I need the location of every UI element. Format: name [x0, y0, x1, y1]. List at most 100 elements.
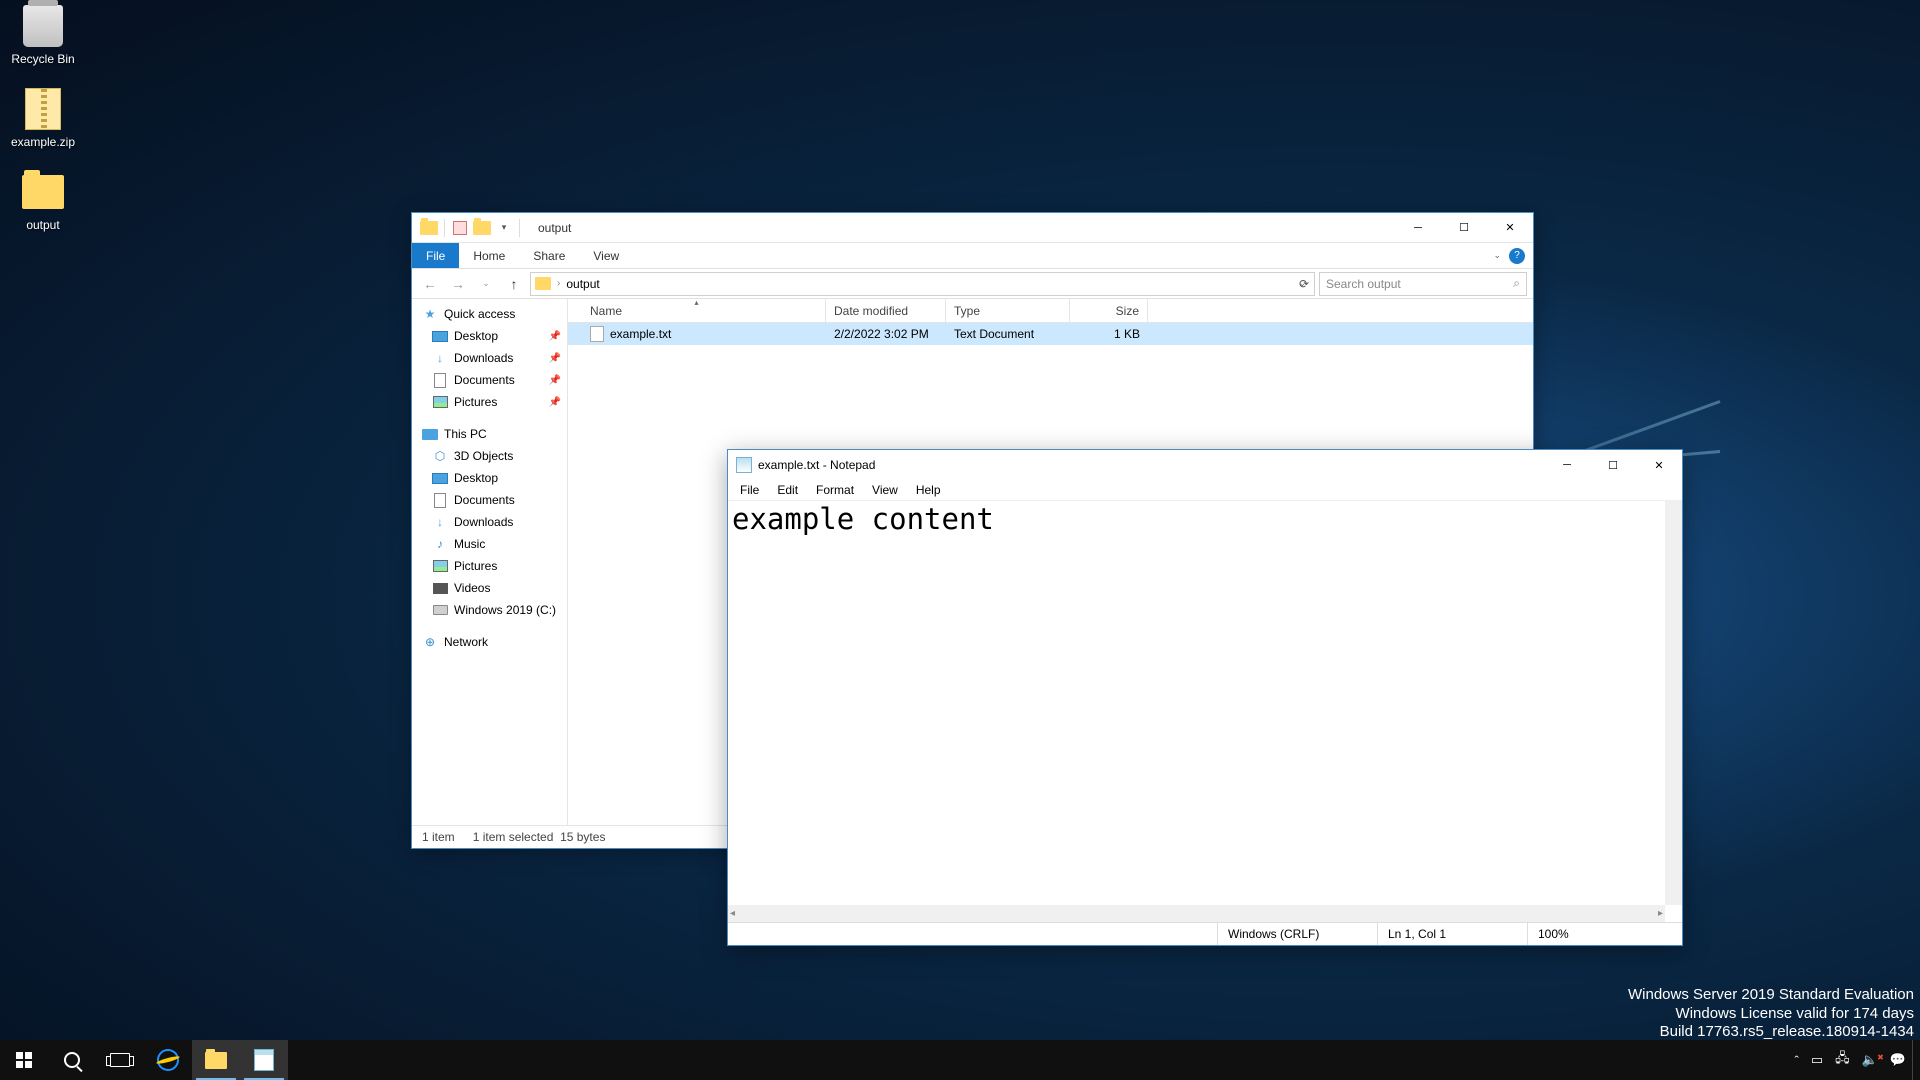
- nav-item-desktop[interactable]: Desktop: [412, 467, 567, 489]
- close-button[interactable]: ✕: [1487, 213, 1533, 242]
- tray-overflow-icon[interactable]: ˆ: [1788, 1053, 1804, 1068]
- start-button[interactable]: [0, 1040, 48, 1080]
- star-icon: ★: [422, 306, 438, 322]
- nav-quick-access[interactable]: ★Quick access: [412, 303, 567, 325]
- ribbon-expand-icon[interactable]: ⌄: [1489, 246, 1505, 265]
- maximize-button[interactable]: ☐: [1441, 213, 1487, 242]
- refresh-button[interactable]: ⟳: [1293, 273, 1315, 295]
- drive-icon: [432, 602, 448, 618]
- task-view-icon: [110, 1053, 130, 1067]
- menu-edit[interactable]: Edit: [769, 481, 806, 499]
- desktop-icon-example-zip[interactable]: example.zip: [3, 86, 83, 149]
- folder-icon: [205, 1052, 227, 1069]
- watermark-line: Windows Server 2019 Standard Evaluation: [1628, 986, 1914, 1005]
- nav-up-button[interactable]: ↑: [502, 272, 526, 296]
- scroll-left-icon[interactable]: ◂: [730, 908, 735, 919]
- desktop-icon-output[interactable]: output: [3, 169, 83, 232]
- pin-icon: 📌: [549, 353, 561, 364]
- search-input[interactable]: Search output ⌕: [1319, 272, 1527, 296]
- qat-customize-icon[interactable]: ▾: [493, 217, 515, 239]
- folder-icon: [535, 277, 551, 290]
- close-button[interactable]: ✕: [1636, 451, 1682, 480]
- status-position: Ln 1, Col 1: [1377, 923, 1527, 945]
- nav-item-downloads[interactable]: ↓Downloads📌: [412, 347, 567, 369]
- file-row[interactable]: example.txt 2/2/2022 3:02 PM Text Docume…: [568, 323, 1533, 345]
- tray-network-icon[interactable]: 🖧: [1829, 1049, 1856, 1071]
- notepad-title: example.txt - Notepad: [758, 458, 1544, 472]
- nav-this-pc[interactable]: This PC: [412, 423, 567, 445]
- menu-format[interactable]: Format: [808, 481, 862, 499]
- vertical-scrollbar[interactable]: [1665, 501, 1682, 905]
- tray-notifications-icon[interactable]: 💬: [1884, 1052, 1912, 1068]
- tray-battery-icon[interactable]: ▭: [1805, 1052, 1829, 1068]
- sort-asc-icon: ▴: [694, 298, 698, 307]
- maximize-button[interactable]: ☐: [1590, 451, 1636, 480]
- explorer-titlebar[interactable]: ▾ output ─ ☐ ✕: [412, 213, 1533, 243]
- horizontal-scrollbar[interactable]: ◂▸: [728, 905, 1665, 922]
- ribbon-tab-share[interactable]: Share: [519, 243, 579, 268]
- ribbon-tab-view[interactable]: View: [579, 243, 633, 268]
- column-date[interactable]: Date modified: [826, 299, 946, 322]
- nav-item-documents[interactable]: Documents📌: [412, 369, 567, 391]
- search-icon: [64, 1052, 80, 1068]
- ribbon-tab-home[interactable]: Home: [459, 243, 519, 268]
- taskbar-app-ie[interactable]: [144, 1040, 192, 1080]
- text-file-icon: [590, 326, 604, 342]
- minimize-button[interactable]: ─: [1544, 451, 1590, 480]
- file-date: 2/2/2022 3:02 PM: [826, 323, 946, 345]
- nav-item-pictures[interactable]: Pictures📌: [412, 391, 567, 413]
- column-type[interactable]: Type: [946, 299, 1070, 322]
- nav-recent-dropdown[interactable]: ⌄: [474, 272, 498, 296]
- menu-help[interactable]: Help: [908, 481, 949, 499]
- nav-item-drive-c[interactable]: Windows 2019 (C:): [412, 599, 567, 621]
- desktop-icon-label: Recycle Bin: [3, 52, 83, 66]
- desktop-icons: Recycle Bin example.zip output: [3, 3, 83, 252]
- nav-item-videos[interactable]: Videos: [412, 577, 567, 599]
- minimize-button[interactable]: ─: [1395, 213, 1441, 242]
- taskbar-app-explorer[interactable]: [192, 1040, 240, 1080]
- column-size[interactable]: Size: [1070, 299, 1148, 322]
- notepad-status-bar: Windows (CRLF) Ln 1, Col 1 100%: [728, 922, 1682, 945]
- desktop-icon: [432, 470, 448, 486]
- nav-item-documents[interactable]: Documents: [412, 489, 567, 511]
- file-name: example.txt: [610, 327, 671, 341]
- qat-new-folder-icon[interactable]: [471, 217, 493, 239]
- menu-file[interactable]: File: [732, 481, 767, 499]
- breadcrumb-segment[interactable]: output: [566, 277, 599, 291]
- nav-item-music[interactable]: ♪Music: [412, 533, 567, 555]
- nav-network[interactable]: ⊕Network: [412, 631, 567, 653]
- recycle-bin-icon: [23, 5, 63, 47]
- notepad-app-icon: [736, 457, 752, 473]
- notepad-titlebar[interactable]: example.txt - Notepad ─ ☐ ✕: [728, 450, 1682, 480]
- menu-view[interactable]: View: [864, 481, 906, 499]
- nav-item-3d-objects[interactable]: ⬡3D Objects: [412, 445, 567, 467]
- nav-item-downloads[interactable]: ↓Downloads: [412, 511, 567, 533]
- downloads-icon: ↓: [432, 350, 448, 366]
- taskbar-search-button[interactable]: [48, 1040, 96, 1080]
- show-desktop-button[interactable]: [1912, 1040, 1918, 1080]
- downloads-icon: ↓: [432, 514, 448, 530]
- search-placeholder: Search output: [1326, 277, 1401, 291]
- ribbon-tab-file[interactable]: File: [412, 243, 459, 268]
- documents-icon: [432, 492, 448, 508]
- explorer-app-icon[interactable]: [418, 217, 440, 239]
- desktop-icon-recycle-bin[interactable]: Recycle Bin: [3, 3, 83, 66]
- system-tray: ˆ ▭ 🖧 🔈✖ 💬: [1788, 1040, 1920, 1080]
- nav-item-pictures[interactable]: Pictures: [412, 555, 567, 577]
- tray-volume-icon[interactable]: 🔈✖: [1856, 1052, 1884, 1068]
- chevron-right-icon: ›: [557, 278, 560, 289]
- taskbar-app-notepad[interactable]: [240, 1040, 288, 1080]
- 3d-objects-icon: ⬡: [432, 448, 448, 464]
- column-name[interactable]: ▴Name: [568, 299, 826, 322]
- desktop-icon-label: output: [3, 218, 83, 232]
- nav-item-desktop[interactable]: Desktop📌: [412, 325, 567, 347]
- qat-properties-icon[interactable]: [449, 217, 471, 239]
- nav-back-button[interactable]: ←: [418, 272, 442, 296]
- scroll-right-icon[interactable]: ▸: [1658, 908, 1663, 919]
- notepad-text-area[interactable]: example content: [728, 500, 1682, 922]
- help-icon[interactable]: ?: [1509, 248, 1525, 264]
- breadcrumb[interactable]: › output ⌄: [530, 272, 1315, 296]
- task-view-button[interactable]: [96, 1040, 144, 1080]
- nav-forward-button[interactable]: →: [446, 272, 470, 296]
- status-item-count: 1 item: [422, 830, 455, 844]
